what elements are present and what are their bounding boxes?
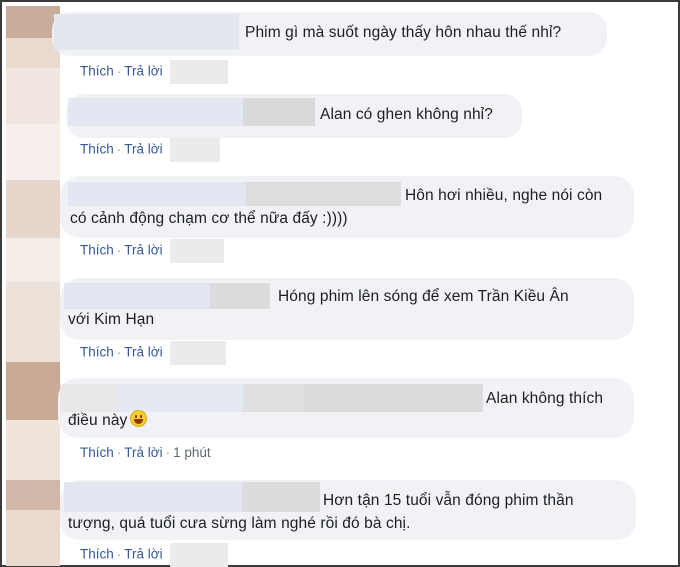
- reply-link[interactable]: Trả lời: [124, 547, 162, 562]
- separator: ·: [116, 63, 122, 79]
- commenter-name-blurred[interactable]: [54, 14, 239, 50]
- like-link[interactable]: Thích: [80, 547, 114, 562]
- comment-actions: Thích · Trả lời: [80, 138, 221, 162]
- comment-text-line-1: Alan không thích: [486, 390, 604, 407]
- comment-actions: Thích · Trả lời: [80, 60, 229, 84]
- timestamp-blurred: [170, 60, 229, 84]
- avatar[interactable]: [6, 480, 60, 510]
- like-link[interactable]: Thích: [80, 142, 114, 157]
- comment-actions: Thích · Trả lời: [80, 543, 229, 567]
- commenter-name-blurred: [243, 384, 303, 412]
- comment-text-line-2: điều này: [68, 410, 148, 431]
- commenter-name-blurred[interactable]: [60, 384, 118, 412]
- separator: ·: [116, 546, 122, 562]
- avatar-pixel: [6, 510, 60, 566]
- like-link[interactable]: Thích: [80, 243, 114, 258]
- comment-text: Alan có ghen không nhỉ?: [320, 106, 493, 123]
- avatar[interactable]: [6, 282, 60, 362]
- smile-emoji-icon: [130, 410, 148, 427]
- separator: ·: [116, 344, 122, 360]
- comment-text-line-2: với Kim Hạn: [68, 311, 155, 328]
- comment-actions: Thích · Trả lời · 1 phút: [80, 443, 211, 463]
- comment-text-line-1: Hóng phim lên sóng để xem Trần Kiều Ân: [278, 288, 569, 305]
- comment-actions: Thích · Trả lời: [80, 341, 227, 365]
- separator: ·: [116, 242, 122, 258]
- comment-text-line-2: tượng, quá tuổi cưa sừng làm nghé rồi đó…: [68, 515, 411, 532]
- separator: ·: [116, 141, 122, 157]
- separator: ·: [116, 445, 122, 460]
- avatar[interactable]: [6, 68, 60, 124]
- avatar-pixel: [6, 124, 60, 180]
- avatar-column: [4, 4, 60, 567]
- commenter-name-blurred[interactable]: [68, 182, 246, 206]
- like-link[interactable]: Thích: [80, 64, 114, 79]
- avatar-pixel: [6, 420, 60, 480]
- comment-text: Phim gì mà suốt ngày thấy hôn nhau thế n…: [245, 24, 562, 41]
- timestamp-blurred: [170, 543, 229, 567]
- comment-actions: Thích · Trả lời: [80, 239, 225, 263]
- comment-text-line-2: có cảnh động chạm cơ thể nữa đấy :)))): [70, 210, 348, 227]
- like-link[interactable]: Thích: [80, 345, 114, 360]
- commenter-name-blurred[interactable]: [64, 482, 242, 512]
- reply-link[interactable]: Trả lời: [124, 142, 162, 157]
- timestamp[interactable]: 1 phút: [173, 445, 211, 460]
- screenshot-frame: Phim gì mà suốt ngày thấy hôn nhau thế n…: [0, 0, 680, 567]
- comment-text-line-1: Hơn tận 15 tuổi vẫn đóng phim thần: [323, 492, 574, 509]
- like-link[interactable]: Thích: [80, 445, 114, 460]
- avatar[interactable]: [6, 362, 60, 420]
- commenter-name-blurred[interactable]: [68, 98, 243, 126]
- timestamp-blurred: [170, 341, 227, 365]
- avatar[interactable]: [6, 180, 60, 238]
- reply-link[interactable]: Trả lời: [124, 445, 162, 460]
- commenter-name-blurred: [303, 384, 483, 412]
- reply-link[interactable]: Trả lời: [124, 243, 162, 258]
- commenter-name-blurred: [243, 98, 315, 126]
- timestamp-blurred: [170, 138, 221, 162]
- separator: ·: [165, 445, 171, 460]
- timestamp-blurred: [170, 239, 225, 263]
- commenter-name-blurred: [210, 283, 270, 309]
- commenter-name-blurred: [118, 384, 243, 412]
- comment-text-line-1: Hôn hơi nhiều, nghe nói còn: [405, 187, 603, 204]
- comment-text: điều này: [68, 412, 128, 429]
- reply-link[interactable]: Trả lời: [124, 345, 162, 360]
- avatar-pixel: [6, 238, 60, 282]
- commenter-name-blurred: [242, 482, 320, 512]
- commenter-name-blurred: [246, 182, 401, 206]
- reply-link[interactable]: Trả lời: [124, 64, 162, 79]
